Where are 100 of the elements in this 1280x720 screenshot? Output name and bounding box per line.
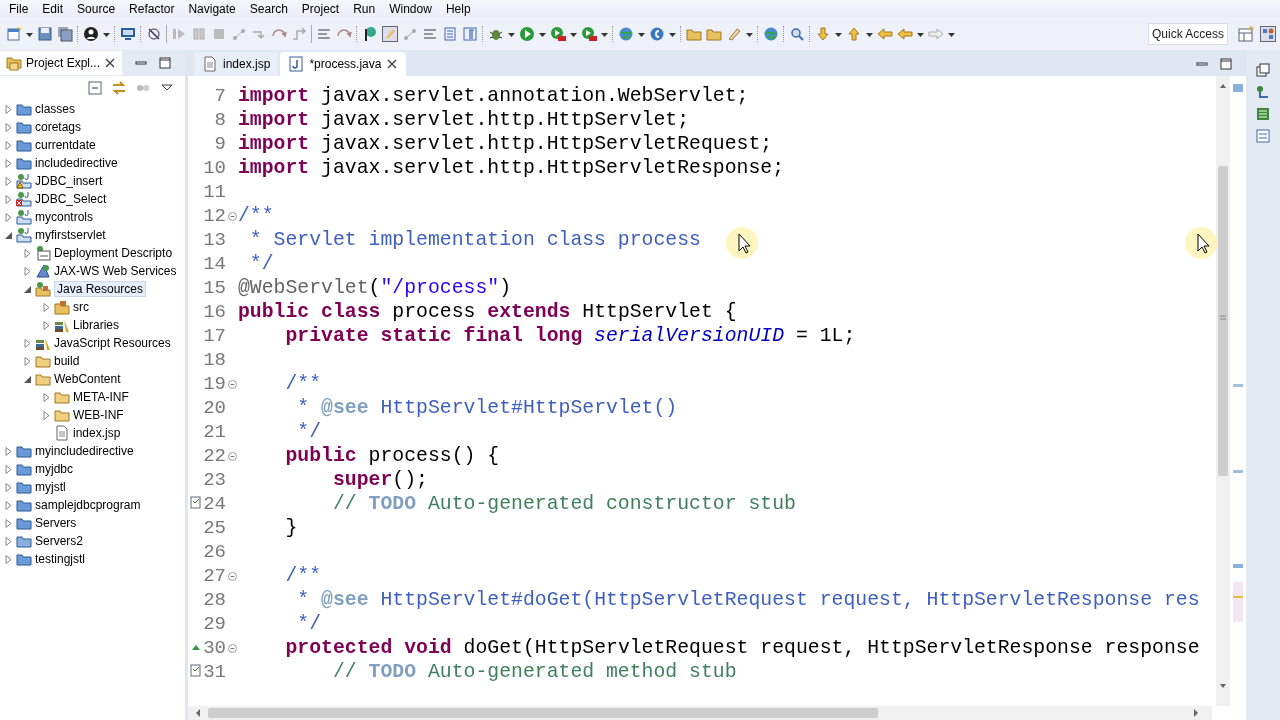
- back-star-icon[interactable]: [877, 25, 893, 42]
- globe-icon[interactable]: [763, 25, 779, 42]
- expand-arrow-icon[interactable]: [4, 446, 13, 456]
- fold-toggle-icon[interactable]: [228, 643, 237, 653]
- collapse-arrow-icon[interactable]: [23, 284, 32, 294]
- expand-arrow-icon[interactable]: [4, 122, 13, 132]
- menu-item[interactable]: Project: [294, 1, 347, 16]
- tree-item[interactable]: classes: [0, 100, 185, 118]
- expand-arrow-icon[interactable]: [4, 464, 13, 474]
- highlighter-icon[interactable]: [382, 25, 398, 42]
- editor-tab[interactable]: *process.java: [280, 52, 407, 76]
- expand-arrow-icon[interactable]: [42, 392, 51, 402]
- menu-item[interactable]: Edit: [35, 1, 71, 16]
- maximize-icon[interactable]: [159, 57, 171, 69]
- close-icon[interactable]: [104, 57, 117, 69]
- link-arrows-icon[interactable]: [111, 80, 127, 96]
- menu-item[interactable]: Window: [382, 1, 439, 16]
- save-all-icon[interactable]: [57, 25, 73, 42]
- tree-item[interactable]: src: [0, 298, 185, 316]
- expand-arrow-icon[interactable]: [4, 104, 13, 114]
- tree-item[interactable]: Servers: [0, 514, 185, 532]
- run-icon[interactable]: [519, 25, 535, 42]
- tree-item[interactable]: WebContent: [0, 370, 185, 388]
- outline-icon[interactable]: [1255, 106, 1271, 122]
- tree-item[interactable]: JavaScript Resources: [0, 334, 185, 352]
- run-toolbox-icon[interactable]: [581, 25, 597, 42]
- run-stop-icon[interactable]: [550, 25, 566, 42]
- fold-toggle-icon[interactable]: [228, 379, 237, 389]
- expand-arrow-icon[interactable]: [42, 410, 51, 420]
- expand-arrow-icon[interactable]: [4, 140, 13, 150]
- tree-item[interactable]: samplejdbcprogram: [0, 496, 185, 514]
- fold-toggle-icon[interactable]: [228, 571, 237, 581]
- perspective-icon[interactable]: [1260, 25, 1276, 42]
- expand-arrow-icon[interactable]: [4, 158, 13, 168]
- tree-item[interactable]: mycontrols: [0, 208, 185, 226]
- tree-item[interactable]: JDBC_Select: [0, 190, 185, 208]
- restore-icon[interactable]: [1255, 62, 1271, 78]
- tree-item[interactable]: myfirstservlet: [0, 226, 185, 244]
- expand-arrow-icon[interactable]: [4, 536, 13, 546]
- tree-item[interactable]: WEB-INF: [0, 406, 185, 424]
- tree-item[interactable]: Java Resources: [0, 280, 185, 298]
- tree-item[interactable]: Deployment Descripto: [0, 244, 185, 262]
- expand-arrow-icon[interactable]: [23, 356, 32, 366]
- expand-arrow-icon[interactable]: [42, 320, 51, 330]
- tree-item[interactable]: myjdbc: [0, 460, 185, 478]
- tree-item[interactable]: coretags: [0, 118, 185, 136]
- expand-arrow-icon[interactable]: [4, 212, 13, 222]
- page-icon[interactable]: [442, 25, 458, 42]
- tree-item[interactable]: build: [0, 352, 185, 370]
- search-icon[interactable]: [789, 25, 805, 42]
- project-explorer-tab[interactable]: Project Expl...: [0, 51, 123, 75]
- menu-item[interactable]: File: [2, 1, 36, 16]
- tree-item[interactable]: includedirective: [0, 154, 185, 172]
- expand-arrow-icon[interactable]: [4, 194, 13, 204]
- pause-icon[interactable]: [191, 25, 207, 42]
- menu-item[interactable]: Refactor: [122, 1, 182, 16]
- expand-arrow-icon[interactable]: [4, 518, 13, 528]
- new-file-icon[interactable]: [6, 25, 22, 42]
- person-icon[interactable]: [83, 25, 99, 42]
- expand-arrow-icon[interactable]: [4, 500, 13, 510]
- close-icon[interactable]: [386, 58, 399, 70]
- collapse-arrow-icon[interactable]: [23, 374, 32, 384]
- quick-access-field[interactable]: Quick Access: [1148, 22, 1228, 45]
- vertical-scrollbar[interactable]: [1216, 76, 1230, 706]
- hierarchy-icon[interactable]: [1255, 84, 1271, 100]
- expand-arrow-icon[interactable]: [4, 482, 13, 492]
- tree-item[interactable]: myjstl: [0, 478, 185, 496]
- expand-arrow-icon[interactable]: [42, 302, 51, 312]
- expand-arrow-icon[interactable]: [4, 176, 13, 186]
- tree-item[interactable]: JAX-WS Web Services: [0, 262, 185, 280]
- menu-item[interactable]: Navigate: [181, 1, 243, 16]
- expand-arrow-icon[interactable]: [23, 248, 32, 258]
- slashed-circle-icon[interactable]: [146, 25, 162, 42]
- flag-icon[interactable]: [362, 25, 378, 42]
- task-list-icon[interactable]: [1255, 128, 1271, 144]
- collapse-all-icon[interactable]: [87, 80, 103, 96]
- monitor-icon[interactable]: [120, 25, 136, 42]
- maximize-icon[interactable]: [1220, 58, 1232, 70]
- open-perspective-icon[interactable]: [1238, 25, 1254, 42]
- save-icon[interactable]: [37, 25, 53, 42]
- editor-tab[interactable]: index.jsp: [194, 52, 279, 76]
- tree-item[interactable]: Libraries: [0, 316, 185, 334]
- tree-item[interactable]: Servers2: [0, 532, 185, 550]
- horizontal-scrollbar[interactable]: [188, 706, 1212, 720]
- tree-item[interactable]: META-INF: [0, 388, 185, 406]
- fold-toggle-icon[interactable]: [228, 211, 237, 221]
- collapse-arrow-icon[interactable]: [4, 230, 13, 240]
- expand-arrow-icon[interactable]: [4, 554, 13, 564]
- menu-item[interactable]: Source: [70, 1, 123, 16]
- expand-arrow-icon[interactable]: [23, 338, 32, 348]
- menu-item[interactable]: Search: [242, 1, 295, 16]
- pilcrow-icon[interactable]: [462, 25, 478, 42]
- menu-item[interactable]: Run: [346, 1, 383, 16]
- fold-toggle-icon[interactable]: [228, 451, 237, 461]
- class-icon[interactable]: [649, 25, 665, 42]
- tree-item[interactable]: currentdate: [0, 136, 185, 154]
- tree-item[interactable]: myincludedirective: [0, 442, 185, 460]
- step-return-icon[interactable]: [291, 25, 307, 42]
- tree-item[interactable]: testingjstl: [0, 550, 185, 568]
- tree-item[interactable]: JDBC_insert: [0, 172, 185, 190]
